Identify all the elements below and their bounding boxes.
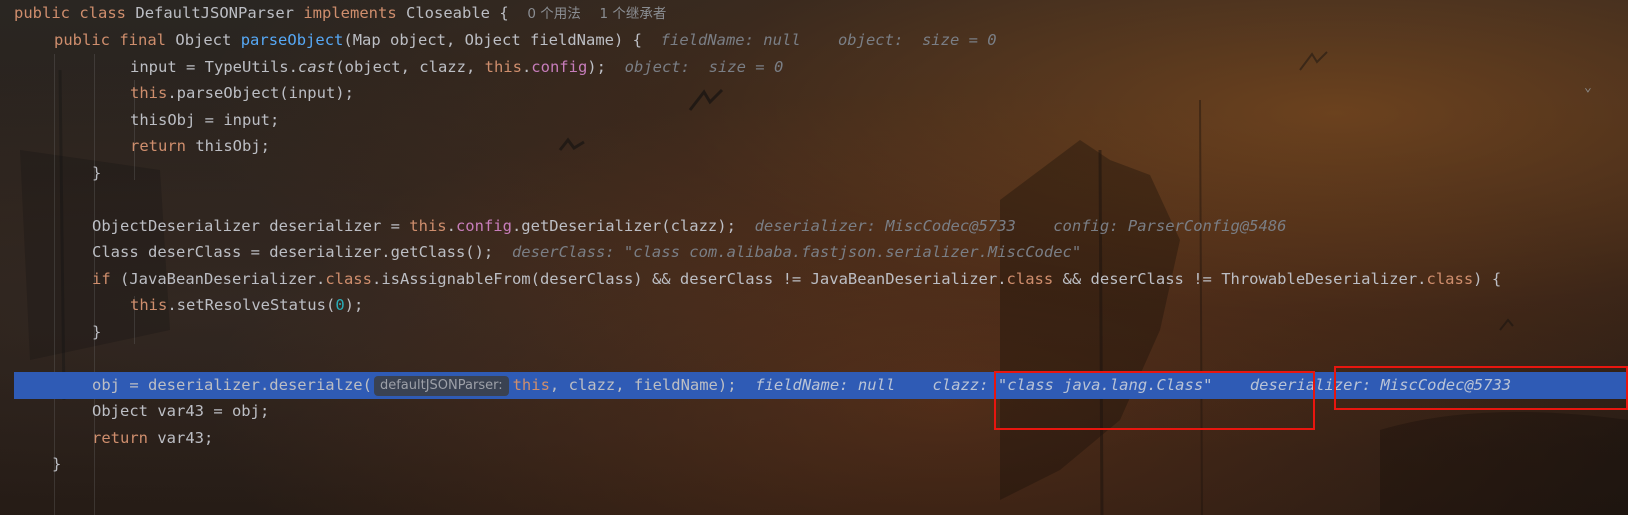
indent-guide (54, 54, 55, 515)
keyword: public (54, 31, 110, 49)
keyword: if (92, 270, 111, 288)
code-text: Object var43 = obj; (92, 402, 270, 420)
keyword: implements (303, 4, 397, 22)
code-line[interactable]: return thisObj; (130, 133, 1628, 160)
code-line[interactable]: } (92, 160, 1628, 187)
keyword: return (92, 429, 148, 447)
keyword: return (130, 137, 186, 155)
code-text: (object, clazz, (335, 58, 485, 76)
code-text: . (446, 217, 456, 235)
code-line[interactable]: input = TypeUtils.cast(object, clazz, th… (130, 54, 1628, 81)
code-line[interactable]: Class deserClass = deserializer.getClass… (92, 239, 1628, 266)
keyword: this (130, 296, 168, 314)
keyword: this (484, 58, 522, 76)
code-line[interactable]: } (92, 319, 1628, 346)
method-name: parseObject (240, 31, 344, 49)
debug-inline-value[interactable]: fieldName: null (661, 31, 801, 49)
debug-inline-value[interactable]: deserializer: MiscCodec@5733 (755, 217, 1016, 235)
code-text: .setResolveStatus( (167, 296, 336, 314)
keyword: class (325, 270, 372, 288)
highlight-box-deserializer (1334, 366, 1628, 410)
code-line[interactable]: this.setResolveStatus(0); (130, 292, 1628, 319)
static-method: cast (297, 58, 336, 76)
keyword: final (119, 31, 167, 49)
highlight-box-clazz (994, 371, 1315, 430)
keyword: this (409, 217, 447, 235)
parameters: (Map object, Object fieldName) { (343, 31, 642, 49)
number-literal: 0 (335, 296, 345, 314)
interface-name: Closeable (406, 4, 491, 22)
parameter-name-hint: defaultJSONParser: (373, 376, 509, 396)
code-text: thisObj; (186, 137, 270, 155)
class-name: DefaultJSONParser (135, 4, 294, 22)
code-text: && deserClass != ThrowableDeserializer. (1053, 270, 1427, 288)
code-text: obj = deserializer.deserialze( (92, 376, 372, 394)
keyword: this (130, 84, 168, 102)
code-text: ObjectDeserializer deserializer = (92, 217, 410, 235)
keyword: this (512, 376, 550, 394)
code-line[interactable]: return var43; (92, 425, 1628, 452)
code-line-class-declaration[interactable]: public class DefaultJSONParser implement… (14, 0, 1628, 27)
usages-count-link[interactable]: 0 个用法 (527, 6, 580, 22)
code-line[interactable]: } (52, 451, 1628, 478)
code-text: ); (344, 296, 364, 314)
debug-inline-value[interactable]: deserClass: "class com.alibaba.fastjson.… (512, 243, 1081, 261)
keyword: class (1006, 270, 1054, 288)
code-text: Class deserClass = deserializer.getClass… (92, 243, 494, 261)
keyword: public (14, 4, 70, 22)
code-text: ); (587, 58, 606, 76)
code-text: , clazz, fieldName); (549, 376, 737, 394)
code-text: .getDeserializer(clazz); (511, 217, 736, 235)
code-line[interactable]: this.parseObject(input); (130, 80, 1628, 107)
return-type: Object (175, 31, 232, 49)
debug-inline-value[interactable]: config: ParserConfig@5486 (1053, 217, 1286, 235)
brace: } (92, 164, 102, 182)
keyword: class (79, 4, 127, 22)
brace: } (52, 455, 62, 473)
code-text: .isAssignableFrom(deserClass) && deserCl… (371, 270, 1007, 288)
code-text: (JavaBeanDeserializer. (110, 270, 326, 288)
code-text: input = TypeUtils. (130, 58, 298, 76)
keyword: class (1426, 270, 1474, 288)
debug-inline-value[interactable]: object: size = 0 (838, 31, 997, 49)
code-text: var43; (148, 429, 214, 447)
code-line-method-signature[interactable]: public final Object parseObject(Map obje… (54, 27, 1628, 54)
debug-inline-value[interactable]: object: size = 0 (625, 58, 784, 76)
inheritors-count-link[interactable]: 1 个继承者 (599, 6, 666, 22)
brace: { (499, 4, 509, 22)
code-text: .parseObject(input); (167, 84, 354, 102)
code-line[interactable]: ObjectDeserializer deserializer = this.c… (92, 213, 1628, 240)
code-line[interactable]: thisObj = input; (130, 107, 1628, 134)
field: config (455, 217, 512, 235)
code-text: ) { (1473, 270, 1502, 288)
field: config (531, 58, 588, 76)
brace: } (92, 323, 102, 341)
code-text: . (521, 58, 532, 76)
code-editor[interactable]: ⌄ public class DefaultJSONParser impleme… (0, 0, 1628, 515)
debug-inline-value[interactable]: fieldName: null (755, 376, 895, 394)
code-line-if-statement[interactable]: if (JavaBeanDeserializer.class.isAssigna… (92, 266, 1628, 293)
code-text: thisObj = input; (130, 111, 280, 129)
